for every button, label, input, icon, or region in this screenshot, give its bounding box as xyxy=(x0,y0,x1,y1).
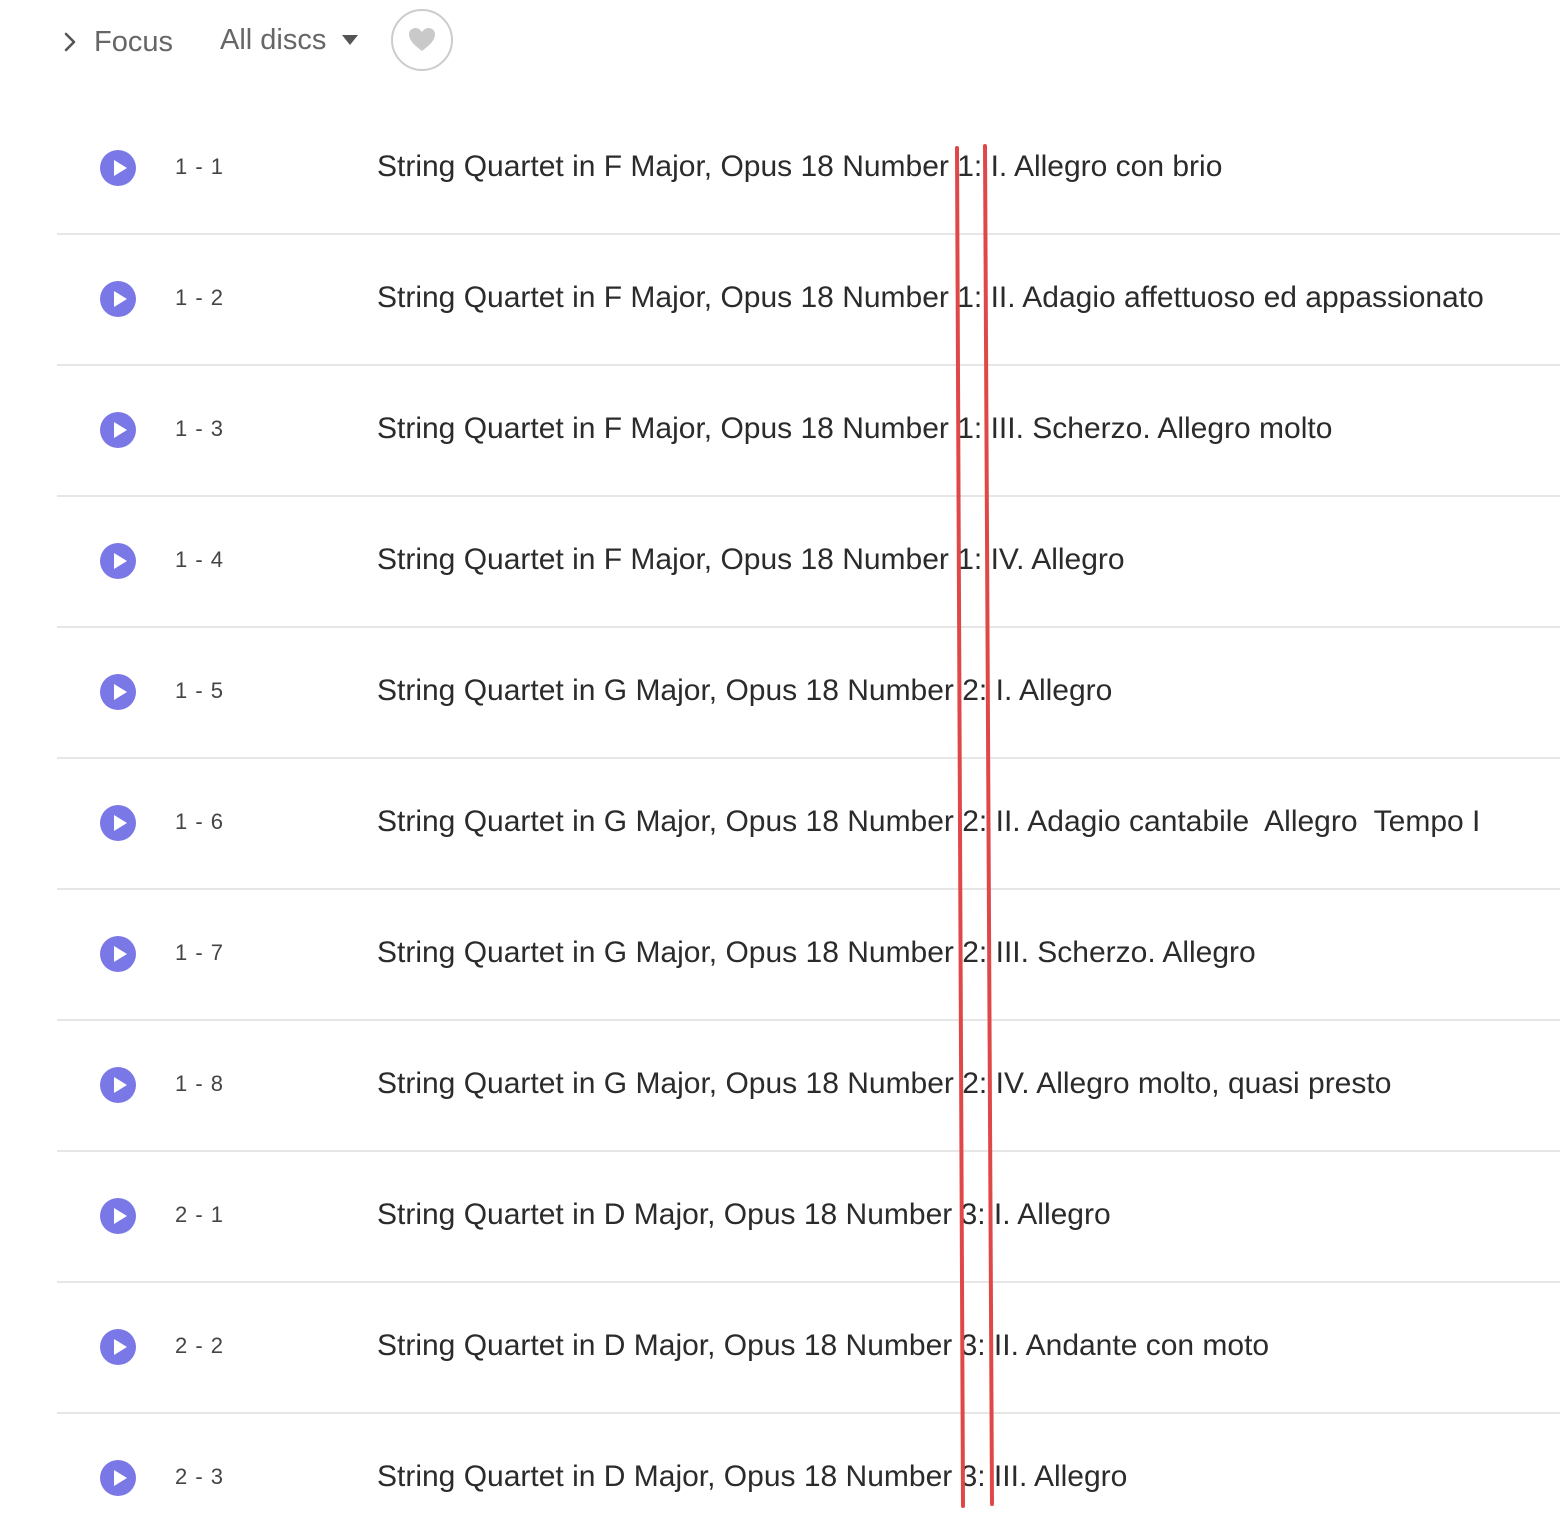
play-button[interactable] xyxy=(100,1067,136,1103)
track-title[interactable]: String Quartet in D Major, Opus 18 Numbe… xyxy=(377,1460,1127,1494)
track-number: 1 - 1 xyxy=(175,154,225,179)
track-row[interactable]: 1 - 7 String Quartet in G Major, Opus 18 … xyxy=(57,890,1560,1021)
play-icon xyxy=(113,422,127,438)
track-row[interactable]: 1 - 1 String Quartet in F Major, Opus 18 … xyxy=(57,104,1560,235)
play-button[interactable] xyxy=(100,281,136,317)
page: Focus All discs 1 - 1 String Quartet in F… xyxy=(0,0,1560,1522)
play-icon xyxy=(113,1208,127,1224)
track-number: 2 - 1 xyxy=(175,1202,225,1227)
track-number: 1 - 7 xyxy=(175,940,225,965)
play-button[interactable] xyxy=(100,674,136,710)
track-number: 2 - 3 xyxy=(175,1464,225,1489)
track-row[interactable]: 2 - 2 String Quartet in D Major, Opus 18 … xyxy=(57,1283,1560,1414)
play-icon xyxy=(113,1470,127,1486)
play-icon xyxy=(113,946,127,962)
track-row[interactable]: 1 - 2 String Quartet in F Major, Opus 18 … xyxy=(57,235,1560,366)
play-button[interactable] xyxy=(100,1460,136,1496)
track-number: 1 - 6 xyxy=(175,809,225,834)
focus-toggle[interactable]: Focus xyxy=(58,18,173,66)
track-number: 1 - 8 xyxy=(175,1071,225,1096)
play-icon xyxy=(113,1077,127,1093)
play-icon xyxy=(113,291,127,307)
play-button[interactable] xyxy=(100,412,136,448)
play-icon xyxy=(113,553,127,569)
track-number: 1 - 5 xyxy=(175,678,225,703)
play-button[interactable] xyxy=(100,1329,136,1365)
track-number: 2 - 2 xyxy=(175,1333,225,1358)
play-icon xyxy=(113,815,127,831)
track-title[interactable]: String Quartet in F Major, Opus 18 Numbe… xyxy=(377,281,1484,315)
track-title[interactable]: String Quartet in F Major, Opus 18 Numbe… xyxy=(377,543,1125,577)
track-row[interactable]: 1 - 5 String Quartet in G Major, Opus 18 … xyxy=(57,628,1560,759)
chevron-right-icon xyxy=(64,32,76,52)
play-button[interactable] xyxy=(100,1198,136,1234)
track-list: 1 - 1 String Quartet in F Major, Opus 18 … xyxy=(57,104,1560,1522)
heart-icon xyxy=(409,28,435,51)
track-row[interactable]: 2 - 3 String Quartet in D Major, Opus 18 … xyxy=(57,1414,1560,1522)
favorite-button[interactable] xyxy=(391,9,453,71)
track-title[interactable]: String Quartet in G Major, Opus 18 Numbe… xyxy=(377,936,1256,970)
play-button[interactable] xyxy=(100,936,136,972)
disc-filter-dropdown[interactable]: All discs xyxy=(220,16,359,64)
track-row[interactable]: 1 - 6 String Quartet in G Major, Opus 18 … xyxy=(57,759,1560,890)
play-icon xyxy=(113,160,127,176)
disc-filter-label: All discs xyxy=(220,23,327,56)
track-number: 1 - 2 xyxy=(175,285,225,310)
track-row[interactable]: 1 - 4 String Quartet in F Major, Opus 18 … xyxy=(57,497,1560,628)
track-title[interactable]: String Quartet in D Major, Opus 18 Numbe… xyxy=(377,1198,1111,1232)
play-button[interactable] xyxy=(100,150,136,186)
track-title[interactable]: String Quartet in D Major, Opus 18 Numbe… xyxy=(377,1329,1269,1363)
caret-down-icon xyxy=(342,35,359,45)
track-title[interactable]: String Quartet in G Major, Opus 18 Numbe… xyxy=(377,1067,1391,1101)
track-title[interactable]: String Quartet in G Major, Opus 18 Numbe… xyxy=(377,674,1112,708)
track-row[interactable]: 2 - 1 String Quartet in D Major, Opus 18 … xyxy=(57,1152,1560,1283)
play-button[interactable] xyxy=(100,543,136,579)
track-number: 1 - 3 xyxy=(175,416,225,441)
track-title[interactable]: String Quartet in G Major, Opus 18 Numbe… xyxy=(377,805,1480,839)
toolbar: Focus All discs xyxy=(0,0,1560,84)
play-button[interactable] xyxy=(100,805,136,841)
focus-label: Focus xyxy=(94,25,173,58)
play-icon xyxy=(113,684,127,700)
track-title[interactable]: String Quartet in F Major, Opus 18 Numbe… xyxy=(377,412,1332,446)
track-title[interactable]: String Quartet in F Major, Opus 18 Numbe… xyxy=(377,150,1222,184)
play-icon xyxy=(113,1339,127,1355)
track-number: 1 - 4 xyxy=(175,547,225,572)
track-row[interactable]: 1 - 8 String Quartet in G Major, Opus 18 … xyxy=(57,1021,1560,1152)
track-row[interactable]: 1 - 3 String Quartet in F Major, Opus 18 … xyxy=(57,366,1560,497)
